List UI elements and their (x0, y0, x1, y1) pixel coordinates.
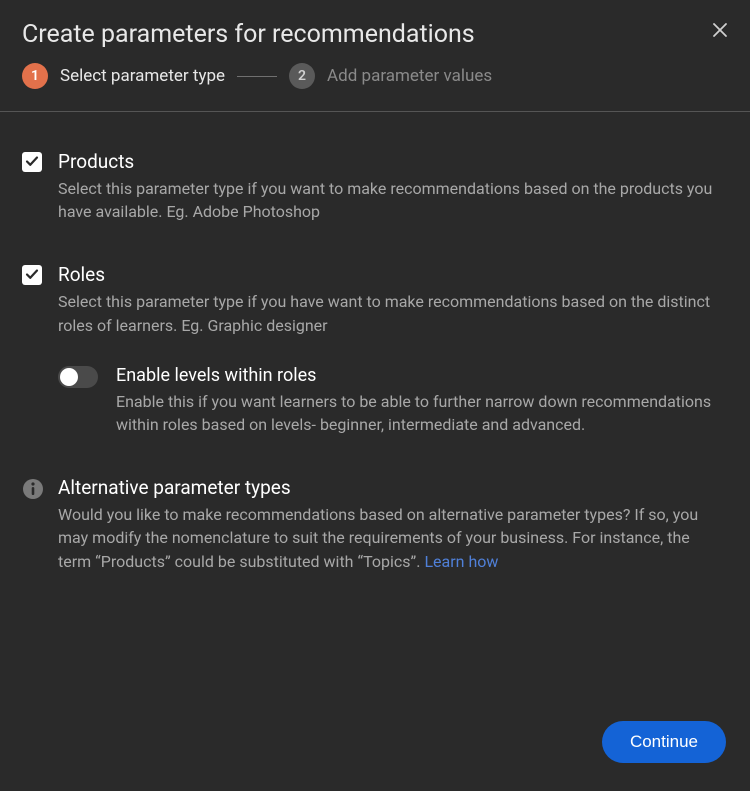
modal-footer: Continue (0, 721, 750, 791)
create-parameters-modal: Create parameters for recommendations 1 … (0, 0, 750, 791)
step-2[interactable]: 2 Add parameter values (289, 63, 492, 89)
levels-toggle[interactable] (58, 366, 98, 388)
products-desc: Select this parameter type if you want t… (58, 177, 716, 223)
checkmark-icon (25, 266, 39, 285)
roles-checkbox[interactable] (22, 265, 42, 285)
alternative-desc: Would you like to make recommendations b… (58, 503, 716, 573)
info-icon (22, 478, 44, 500)
checkmark-icon (25, 153, 39, 172)
levels-content: Enable levels within roles Enable this i… (116, 365, 716, 436)
modal-body: Products Select this parameter type if y… (0, 112, 750, 721)
products-title: Products (58, 150, 716, 173)
alternative-content: Alternative parameter types Would you li… (58, 476, 716, 573)
products-checkbox[interactable] (22, 152, 42, 172)
option-products: Products Select this parameter type if y… (22, 150, 716, 223)
alternative-title: Alternative parameter types (58, 476, 716, 499)
step-1-number: 1 (22, 63, 48, 89)
continue-button[interactable]: Continue (602, 721, 726, 763)
toggle-knob (60, 368, 78, 386)
alternative-desc-text: Would you like to make recommendations b… (58, 505, 698, 570)
roles-content: Roles Select this parameter type if you … (58, 263, 716, 436)
step-1-label: Select parameter type (60, 66, 225, 86)
modal-header: Create parameters for recommendations (0, 0, 750, 63)
stepper: 1 Select parameter type 2 Add parameter … (0, 63, 750, 111)
step-1[interactable]: 1 Select parameter type (22, 63, 225, 89)
roles-title: Roles (58, 263, 716, 286)
option-alternative: Alternative parameter types Would you li… (22, 476, 716, 573)
step-2-number: 2 (289, 63, 315, 89)
levels-title: Enable levels within roles (116, 365, 716, 386)
roles-levels-suboption: Enable levels within roles Enable this i… (58, 365, 716, 436)
close-icon (712, 18, 728, 43)
step-connector (237, 76, 277, 77)
roles-desc: Select this parameter type if you have w… (58, 290, 716, 336)
products-content: Products Select this parameter type if y… (58, 150, 716, 223)
levels-desc: Enable this if you want learners to be a… (116, 390, 716, 436)
modal-title: Create parameters for recommendations (22, 20, 475, 49)
learn-how-link[interactable]: Learn how (424, 552, 498, 571)
step-2-label: Add parameter values (327, 66, 492, 86)
close-button[interactable] (712, 20, 728, 42)
option-roles: Roles Select this parameter type if you … (22, 263, 716, 436)
